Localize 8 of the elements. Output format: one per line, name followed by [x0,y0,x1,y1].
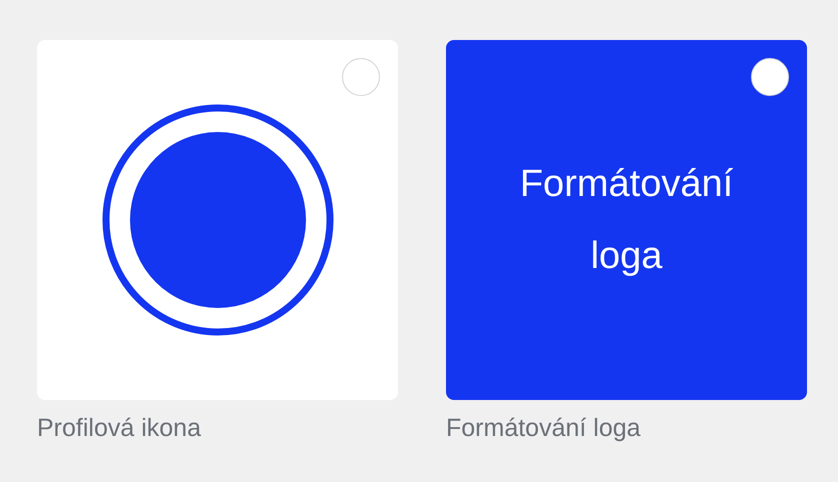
option-tile[interactable]: Formátování loga [446,40,807,400]
tile-text: Formátování loga [518,162,734,279]
select-radio[interactable] [751,58,789,96]
select-radio[interactable] [342,58,380,96]
option-label: Profilová ikona [37,413,202,444]
ring-icon [102,104,334,336]
option-label: Formátování loga [446,413,642,444]
option-tile[interactable] [37,40,398,400]
